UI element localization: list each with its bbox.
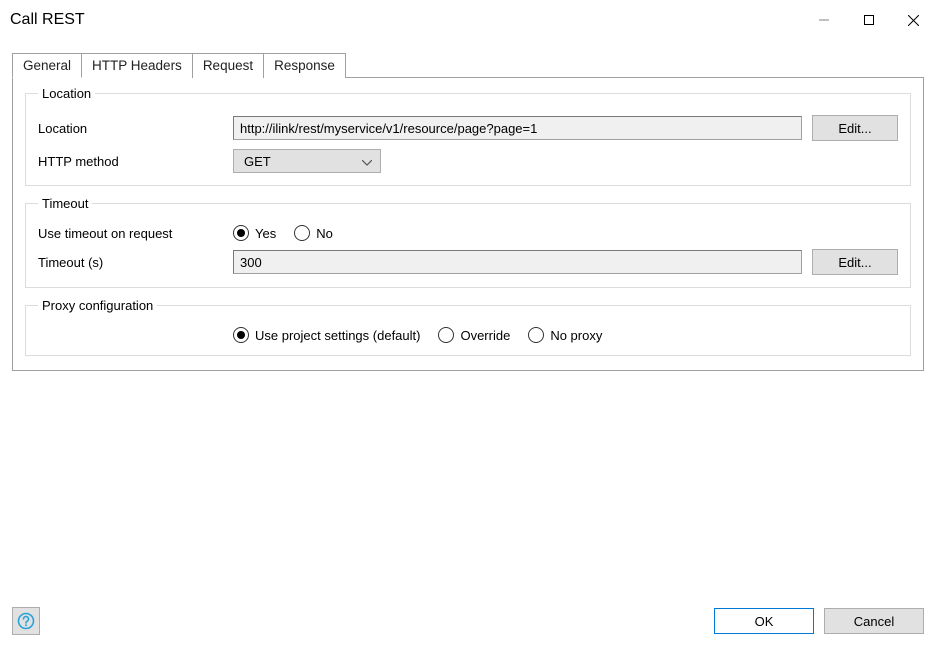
titlebar: Call REST <box>0 0 936 40</box>
row-proxy: Use project settings (default) Override … <box>38 327 898 343</box>
chevron-down-icon <box>362 154 372 169</box>
proxy-project-label: Use project settings (default) <box>255 328 420 343</box>
dialog-content: General HTTP Headers Request Response Lo… <box>0 40 936 651</box>
timeout-legend: Timeout <box>38 196 92 211</box>
help-icon <box>17 612 35 630</box>
window-title: Call REST <box>10 11 85 29</box>
tab-http-headers[interactable]: HTTP Headers <box>81 53 193 78</box>
radio-yes-label: Yes <box>255 226 276 241</box>
http-method-label: HTTP method <box>38 154 233 169</box>
tab-request[interactable]: Request <box>192 53 264 78</box>
radio-icon <box>438 327 454 343</box>
ok-button[interactable]: OK <box>714 608 814 634</box>
proxy-noproxy-radio[interactable]: No proxy <box>528 327 602 343</box>
radio-icon <box>233 327 249 343</box>
radio-icon <box>294 225 310 241</box>
use-timeout-no-radio[interactable]: No <box>294 225 333 241</box>
minimize-button[interactable] <box>801 0 846 40</box>
proxy-override-radio[interactable]: Override <box>438 327 510 343</box>
http-method-value: GET <box>244 154 271 169</box>
http-method-select[interactable]: GET <box>233 149 381 173</box>
maximize-icon <box>864 15 874 25</box>
proxy-noproxy-label: No proxy <box>550 328 602 343</box>
location-input[interactable] <box>233 116 802 140</box>
proxy-legend: Proxy configuration <box>38 298 157 313</box>
tab-strip: General HTTP Headers Request Response <box>12 52 924 77</box>
use-timeout-yes-radio[interactable]: Yes <box>233 225 276 241</box>
timeout-label: Timeout (s) <box>38 255 233 270</box>
location-legend: Location <box>38 86 95 101</box>
tab-response[interactable]: Response <box>263 53 346 78</box>
help-button[interactable] <box>12 607 40 635</box>
timeout-group: Timeout Use timeout on request Yes No <box>25 196 911 288</box>
tab-panel-general: Location Location Edit... HTTP method GE… <box>12 77 924 371</box>
radio-icon <box>528 327 544 343</box>
radio-icon <box>233 225 249 241</box>
row-location: Location Edit... <box>38 115 898 141</box>
maximize-button[interactable] <box>846 0 891 40</box>
minimize-icon <box>819 15 829 25</box>
timeout-input[interactable] <box>233 250 802 274</box>
location-label: Location <box>38 121 233 136</box>
row-use-timeout: Use timeout on request Yes No <box>38 225 898 241</box>
proxy-project-radio[interactable]: Use project settings (default) <box>233 327 420 343</box>
cancel-button[interactable]: Cancel <box>824 608 924 634</box>
tab-general[interactable]: General <box>12 53 82 78</box>
radio-no-label: No <box>316 226 333 241</box>
close-icon <box>908 15 919 26</box>
row-http-method: HTTP method GET <box>38 149 898 173</box>
row-timeout-value: Timeout (s) Edit... <box>38 249 898 275</box>
proxy-override-label: Override <box>460 328 510 343</box>
use-timeout-label: Use timeout on request <box>38 226 233 241</box>
timeout-edit-button[interactable]: Edit... <box>812 249 898 275</box>
proxy-group: Proxy configuration Use project settings… <box>25 298 911 356</box>
window-controls <box>801 0 936 40</box>
dialog-footer: OK Cancel <box>12 599 924 639</box>
close-button[interactable] <box>891 0 936 40</box>
location-edit-button[interactable]: Edit... <box>812 115 898 141</box>
main-area: General HTTP Headers Request Response Lo… <box>12 52 924 599</box>
proxy-radio-group: Use project settings (default) Override … <box>233 327 602 343</box>
location-group: Location Location Edit... HTTP method GE… <box>25 86 911 186</box>
use-timeout-radio-group: Yes No <box>233 225 333 241</box>
